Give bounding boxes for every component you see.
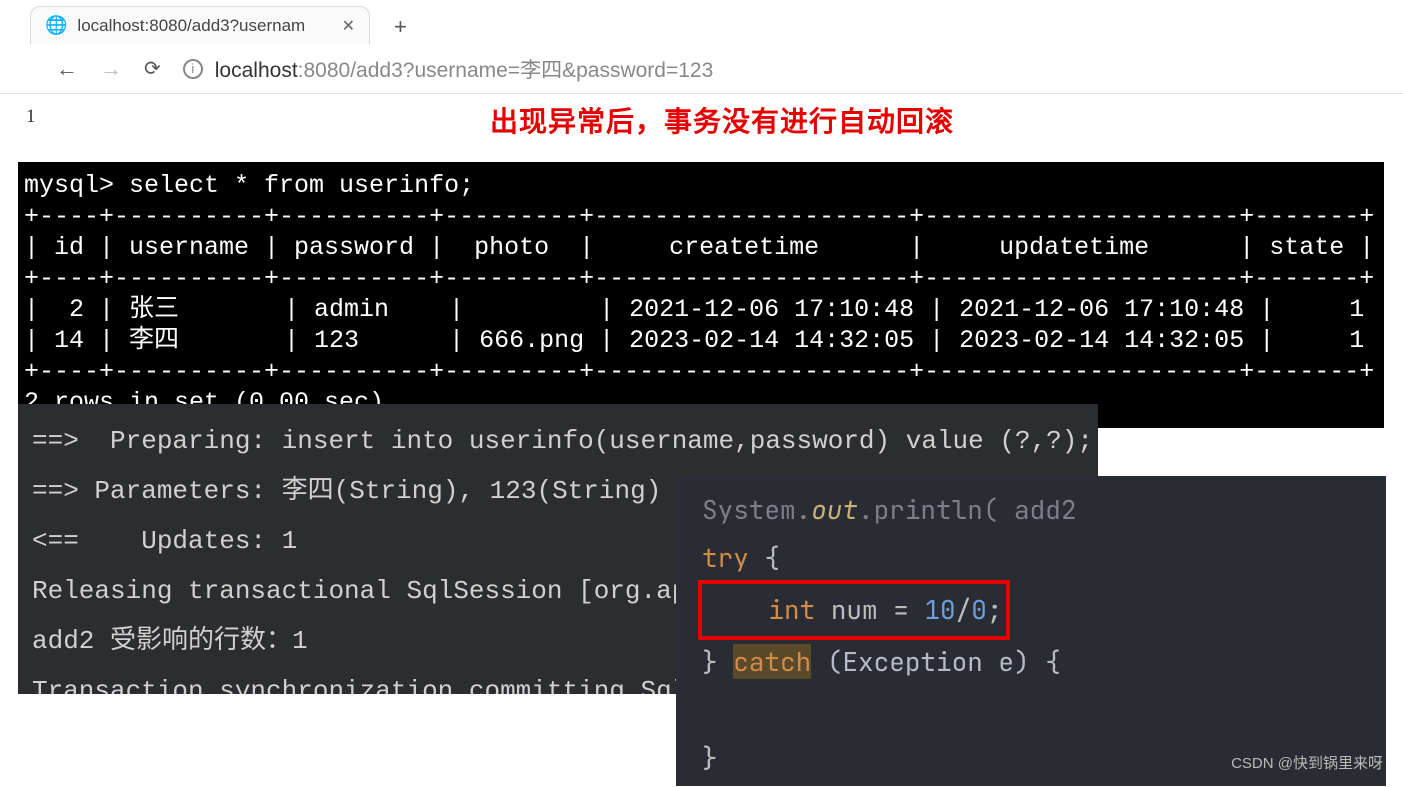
log-line: ==> Preparing: insert into userinfo(user… [32, 426, 1093, 456]
url-rest: :8080/add3?username=李四&password=123 [298, 59, 714, 82]
code-text [706, 592, 768, 627]
browser-tab[interactable]: 🌐 localhost:8080/add3?usernam ✕ [30, 6, 370, 44]
error-highlight-box: int num = 10/0; [698, 580, 1010, 640]
annotation-caption: 出现异常后，事务没有进行自动回滚 [490, 100, 954, 140]
code-text: (Exception e) { [811, 644, 1061, 679]
code-text: } [702, 740, 718, 775]
code-text: System. [702, 492, 811, 527]
code-text: { [749, 540, 780, 575]
url-bar[interactable]: i localhost:8080/add3?username=李四&passwo… [183, 54, 714, 84]
new-tab-button[interactable]: + [384, 10, 417, 44]
globe-icon: 🌐 [45, 15, 67, 36]
toolbar: ← → ⟳ i localhost:8080/add3?username=李四&… [0, 44, 1403, 94]
code-text [718, 644, 734, 679]
code-text: num [831, 592, 878, 627]
log-line: Releasing transactional SqlSession [org.… [32, 576, 703, 606]
page-body: 1 出现异常后，事务没有进行自动回滚 [0, 94, 1403, 140]
close-icon[interactable]: ✕ [342, 16, 355, 36]
page-output: 1 [26, 106, 36, 127]
tab-title: localhost:8080/add3?usernam [77, 16, 331, 36]
forward-icon: → [100, 56, 122, 82]
log-line: Transaction synchronization committing S… [32, 676, 703, 694]
code-text: } [702, 644, 718, 679]
tab-strip: 🌐 localhost:8080/add3?usernam ✕ + [0, 0, 1403, 44]
back-icon[interactable]: ← [56, 56, 78, 82]
log-line: add2 受影响的行数：1 [32, 626, 308, 656]
watermark: CSDN @快到锅里来呀 [1231, 752, 1383, 773]
keyword-catch: catch [733, 644, 811, 679]
code-text: .println( [858, 492, 998, 527]
reload-icon[interactable]: ⟳ [144, 56, 161, 81]
mysql-terminal: mysql> select * from userinfo; +----+---… [18, 162, 1384, 428]
code-text: add2 [998, 492, 1076, 527]
keyword-int: int [768, 592, 815, 627]
keyword-try: try [702, 540, 749, 575]
code-text: ; [987, 592, 1003, 627]
code-text: 0 [971, 592, 987, 627]
code-text [815, 592, 831, 627]
log-line: <== Updates: 1 [32, 526, 297, 556]
code-text: out [811, 492, 858, 527]
log-line: ==> Parameters: 李四(String), 123(String) [32, 476, 661, 506]
code-text: / [956, 592, 972, 627]
code-text: = [878, 592, 925, 627]
code-panel: System.out.println( add2 try { int num =… [676, 476, 1386, 786]
info-icon[interactable]: i [183, 59, 203, 79]
url-host: localhost [215, 59, 298, 82]
code-text: 10 [924, 592, 955, 627]
